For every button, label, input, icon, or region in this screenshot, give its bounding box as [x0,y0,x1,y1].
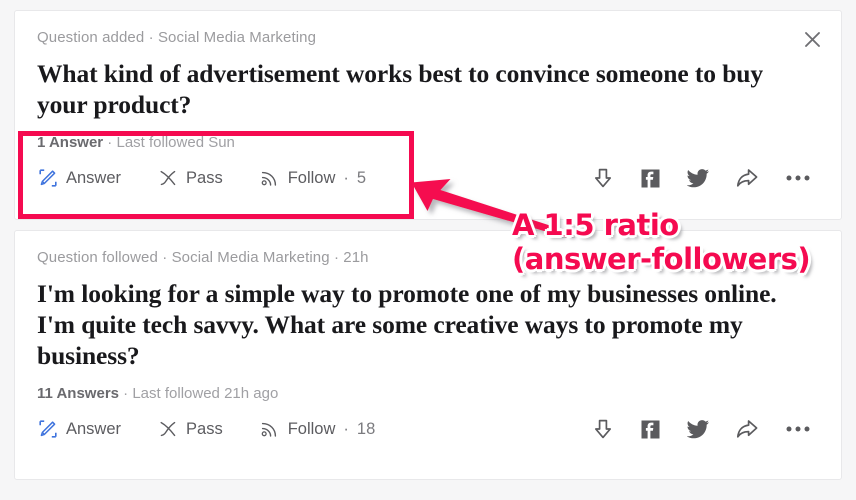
pencil-edit-icon [37,168,58,189]
question-title[interactable]: I'm looking for a simple way to promote … [37,278,807,371]
pass-cross-icon [157,168,178,189]
answer-button-label: Answer [66,420,122,438]
actions-row: Answer Pass [37,416,819,442]
follow-count: 18 [356,420,376,438]
follow-button[interactable]: Follow · 18 [259,419,376,440]
follow-count: 5 [356,169,367,187]
share-arrow-icon[interactable] [736,168,759,189]
facebook-icon[interactable] [640,168,661,189]
answer-stats: 1 Answer · Last followed Sun [37,134,819,152]
downvote-arrow-icon[interactable] [592,167,614,189]
share-icon-group [592,418,819,440]
actions-row: Answer Pass [37,165,819,191]
question-title[interactable]: What kind of advertisement works best to… [37,58,807,120]
question-card-1[interactable]: Question added · Social Media Marketing … [14,10,842,220]
follow-button-label: Follow [287,169,336,187]
downvote-arrow-icon[interactable] [592,418,614,440]
last-followed-text: Last followed 21h ago [132,385,279,402]
facebook-icon[interactable] [640,419,661,440]
pencil-edit-icon [37,419,58,440]
more-dots-icon[interactable] [785,424,811,434]
share-icon-group [592,167,819,189]
more-dots-icon[interactable] [785,173,811,183]
follow-separator: · [343,169,349,187]
question-feed: Question added · Social Media Marketing … [14,10,842,480]
stats-separator: · [119,385,133,402]
pass-button[interactable]: Pass [157,168,223,189]
rss-signal-icon [259,419,280,440]
share-arrow-icon[interactable] [736,419,759,440]
answer-button[interactable]: Answer [37,168,121,189]
answer-stats: 11 Answers · Last followed 21h ago [37,385,819,403]
stats-separator: · [103,134,117,151]
last-followed-text: Last followed Sun [116,134,235,151]
twitter-bird-icon[interactable] [687,419,710,440]
close-icon[interactable] [801,28,823,50]
rss-signal-icon [259,168,280,189]
answer-button[interactable]: Answer [37,419,121,440]
follow-separator: · [343,420,349,438]
answer-button-label: Answer [66,169,122,187]
pass-button-label: Pass [186,169,223,187]
question-card-2[interactable]: Question followed · Social Media Marketi… [14,230,842,480]
pass-button-label: Pass [186,420,223,438]
follow-button-label: Follow [287,420,336,438]
pass-cross-icon [157,419,178,440]
twitter-bird-icon[interactable] [687,168,710,189]
card-meta: Question followed · Social Media Marketi… [37,249,369,266]
pass-button[interactable]: Pass [157,419,223,440]
answer-count: 11 Answers [37,385,119,402]
card-meta: Question added · Social Media Marketing [37,29,317,46]
answer-count: 1 Answer [37,134,104,151]
follow-button[interactable]: Follow · 5 [259,168,366,189]
